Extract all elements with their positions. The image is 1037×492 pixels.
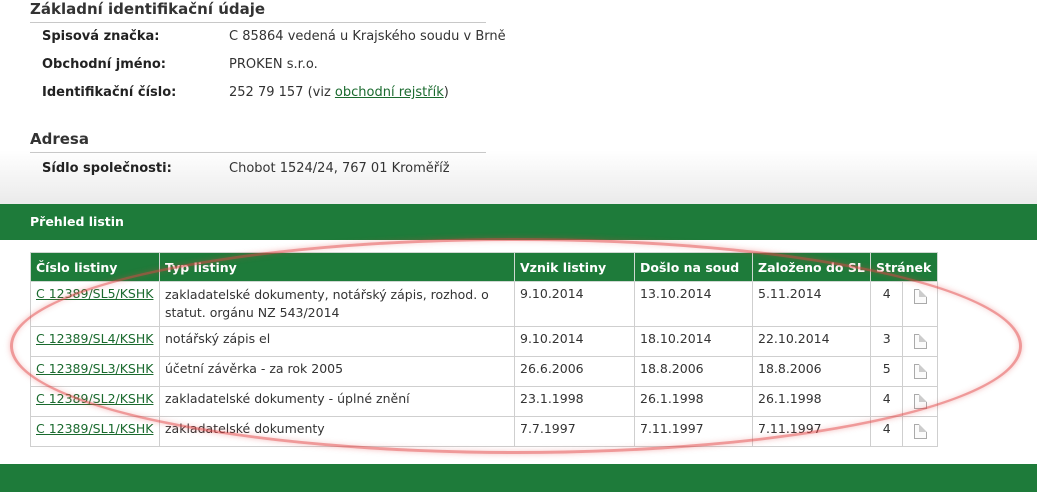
document-number-link[interactable]: C 12389/SL5/KSHK <box>36 286 153 301</box>
document-filed: 22.10.2014 <box>752 326 871 357</box>
documents-band: Přehled listin <box>0 204 1037 240</box>
document-type: zakladatelské dokumenty, notářský zápis,… <box>159 281 515 327</box>
document-number-link[interactable]: C 12389/SL3/KSHK <box>36 361 153 376</box>
document-open-cell[interactable] <box>902 416 938 447</box>
footer-band <box>0 464 1037 492</box>
file-number-value: C 85864 vedená u Krajského soudu v Brně <box>229 29 506 44</box>
col-header-pages[interactable]: Stránek <box>870 252 938 282</box>
company-name-label: Obchodní jméno: <box>42 57 166 72</box>
document-open-cell[interactable] <box>902 281 938 327</box>
document-filed: 5.11.2014 <box>752 281 871 327</box>
documents-panel: Číslo listiny Typ listiny Vznik listiny … <box>0 240 1037 464</box>
document-created: 7.7.1997 <box>514 416 635 447</box>
col-header-type[interactable]: Typ listiny <box>159 252 515 282</box>
document-received: 26.1.1998 <box>634 386 753 417</box>
documents-table-header: Číslo listiny Typ listiny Vznik listiny … <box>30 252 938 282</box>
document-pages: 4 <box>869 386 904 417</box>
company-name-value: PROKEN s.r.o. <box>229 57 318 72</box>
document-icon[interactable] <box>913 289 927 304</box>
document-created: 9.10.2014 <box>514 326 635 357</box>
documents-band-title: Přehled listin <box>30 214 124 229</box>
document-number-cell: C 12389/SL3/KSHK <box>30 356 160 387</box>
document-icon[interactable] <box>913 424 927 439</box>
document-number-link[interactable]: C 12389/SL1/KSHK <box>36 421 153 436</box>
document-icon[interactable] <box>913 364 927 379</box>
document-created: 23.1.1998 <box>514 386 635 417</box>
document-pages: 5 <box>869 356 904 387</box>
col-header-number[interactable]: Číslo listiny <box>30 252 160 282</box>
document-open-cell[interactable] <box>902 356 938 387</box>
table-row: C 12389/SL1/KSHK zakladatelské dokumenty… <box>30 416 938 447</box>
document-created: 26.6.2006 <box>514 356 635 387</box>
document-filed: 18.8.2006 <box>752 356 871 387</box>
company-id-row: Identifikační číslo: 252 79 157 (viz obc… <box>42 85 502 105</box>
document-open-cell[interactable] <box>902 326 938 357</box>
document-pages: 3 <box>869 326 904 357</box>
document-pages: 4 <box>869 416 904 447</box>
document-number-cell: C 12389/SL2/KSHK <box>30 386 160 417</box>
document-type: účetní závěrka - za rok 2005 <box>159 356 515 387</box>
company-name-row: Obchodní jméno: PROKEN s.r.o. <box>42 57 502 77</box>
document-created: 9.10.2014 <box>514 281 635 327</box>
document-icon[interactable] <box>913 394 927 409</box>
commercial-register-link[interactable]: obchodní rejstřík <box>335 85 444 100</box>
table-row: C 12389/SL2/KSHK zakladatelské dokumenty… <box>30 386 938 417</box>
company-id-value-group: 252 79 157 (viz obchodní rejstřík) <box>229 85 449 100</box>
document-received: 18.10.2014 <box>634 326 753 357</box>
document-received: 18.8.2006 <box>634 356 753 387</box>
document-open-cell[interactable] <box>902 386 938 417</box>
seat-value: Chobot 1524/24, 767 01 Kroměříž <box>229 161 450 176</box>
document-received: 13.10.2014 <box>634 281 753 327</box>
company-id-value: 252 79 157 <box>229 85 304 100</box>
document-number-link[interactable]: C 12389/SL2/KSHK <box>36 391 153 406</box>
seat-row: Sídlo společnosti: Chobot 1524/24, 767 0… <box>42 161 502 181</box>
col-header-received[interactable]: Došlo na soud <box>634 252 753 282</box>
address-heading: Adresa <box>30 130 486 153</box>
company-id-note-close: ) <box>443 85 449 100</box>
document-number-cell: C 12389/SL5/KSHK <box>30 281 160 327</box>
document-type: zakladatelské dokumenty <box>159 416 515 447</box>
col-header-created[interactable]: Vznik listiny <box>514 252 635 282</box>
company-id-label: Identifikační číslo: <box>42 85 177 100</box>
document-number-cell: C 12389/SL1/KSHK <box>30 416 160 447</box>
basic-info-heading: Základní identifikační údaje <box>30 0 486 23</box>
col-header-filed[interactable]: Založeno do SL <box>752 252 871 282</box>
seat-label: Sídlo společnosti: <box>42 161 172 176</box>
documents-table: Číslo listiny Typ listiny Vznik listiny … <box>30 252 938 447</box>
table-row: C 12389/SL5/KSHK zakladatelské dokumenty… <box>30 281 938 327</box>
file-number-label: Spisová značka: <box>42 29 160 44</box>
document-filed: 7.11.1997 <box>752 416 871 447</box>
document-type: zakladatelské dokumenty - úplné znění <box>159 386 515 417</box>
document-type: notářský zápis el <box>159 326 515 357</box>
table-row: C 12389/SL4/KSHK notářský zápis el 9.10.… <box>30 326 938 357</box>
document-number-cell: C 12389/SL4/KSHK <box>30 326 160 357</box>
company-id-note-open: (viz <box>307 85 335 100</box>
document-number-link[interactable]: C 12389/SL4/KSHK <box>36 331 153 346</box>
document-received: 7.11.1997 <box>634 416 753 447</box>
document-filed: 26.1.1998 <box>752 386 871 417</box>
table-row: C 12389/SL3/KSHK účetní závěrka - za rok… <box>30 356 938 387</box>
document-pages: 4 <box>869 281 904 327</box>
file-number-row: Spisová značka: C 85864 vedená u Krajské… <box>42 29 506 49</box>
document-icon[interactable] <box>913 334 927 349</box>
company-detail-section: Základní identifikační údaje Spisová zna… <box>0 0 1037 204</box>
